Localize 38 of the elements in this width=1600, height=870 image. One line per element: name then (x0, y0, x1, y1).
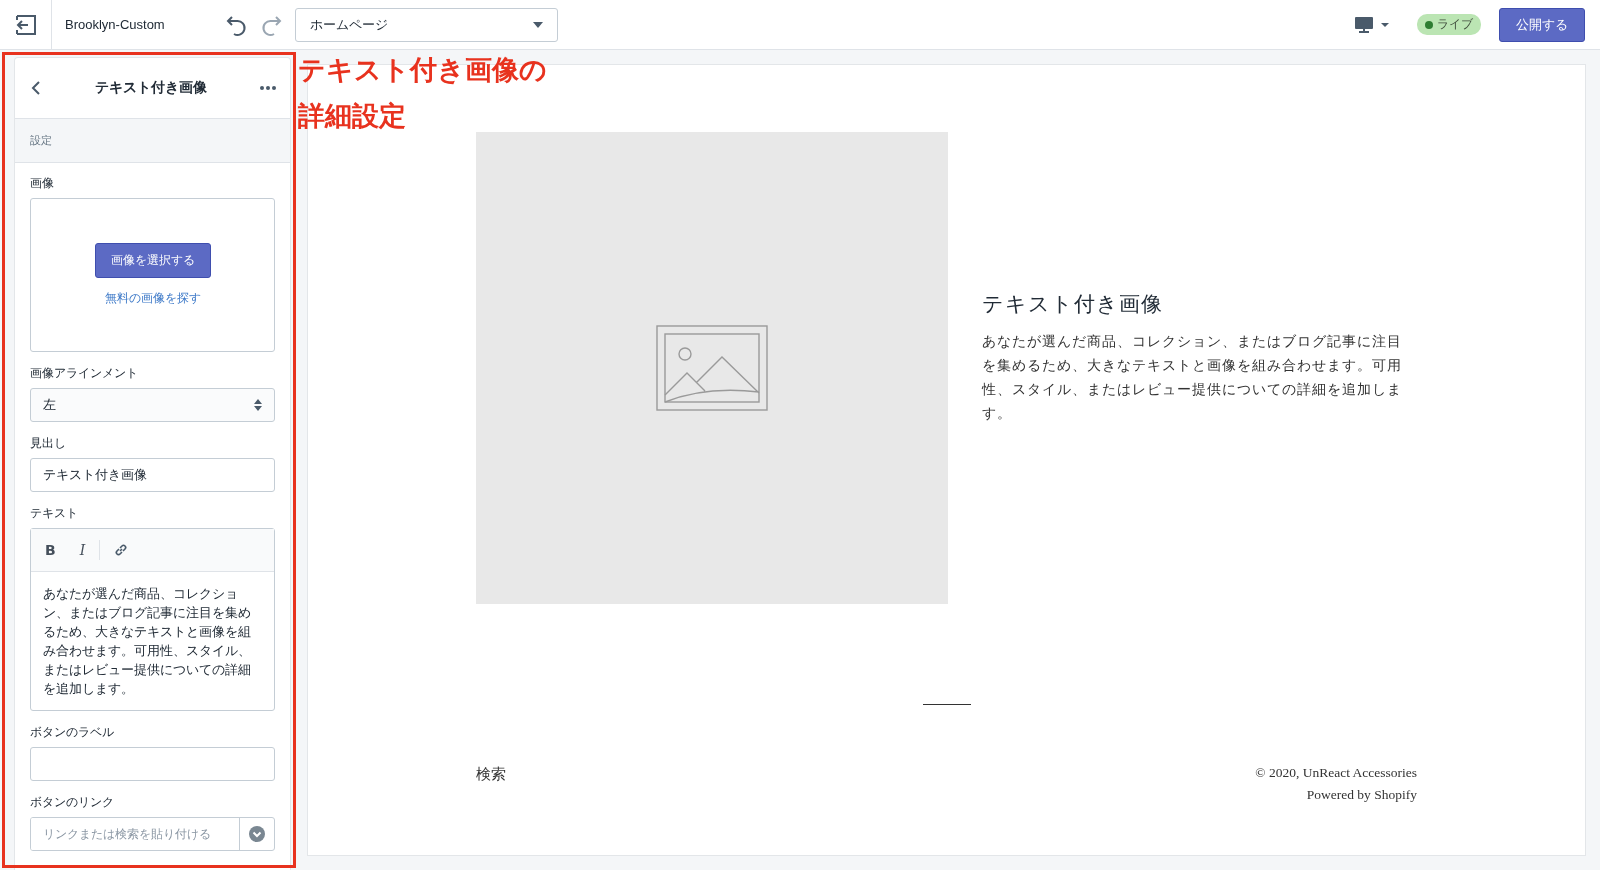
section-heading: テキスト付き画像 (982, 291, 1164, 318)
link-icon[interactable] (114, 543, 129, 557)
more-icon[interactable] (260, 86, 276, 90)
caret-icon (533, 21, 543, 28)
link-field[interactable]: リンクまたは検索を貼り付ける (30, 817, 275, 851)
publish-button[interactable]: 公開する (1499, 7, 1585, 42)
panel-title: テキスト付き画像 (94, 79, 207, 97)
section-heading: 設定 (30, 134, 52, 147)
field-label: テキスト (30, 505, 79, 522)
search-link[interactable]: 検索 (476, 765, 506, 803)
rich-text-editor[interactable]: B I あなたが選んだ商品、コレクション、またはブログ記事に注目を集めるため、大きなテキストと画像を組み合わせます。可用性、スタイル、またはレビュー提供についての詳細を追加します。 (30, 528, 275, 711)
italic-button[interactable]: I (79, 542, 86, 558)
copyright-text: © 2020, UnReact Accessories (1255, 765, 1417, 781)
chevron-icon[interactable] (249, 826, 265, 842)
powered-by-text: Powered by Shopify (1306, 787, 1417, 803)
field-label: 画像 (30, 175, 55, 192)
back-icon[interactable] (31, 81, 41, 95)
status-badge: ライブ (1417, 14, 1481, 35)
text-field[interactable]: テキスト付き画像 (30, 458, 275, 492)
annotation-text: テキスト付き画像の (298, 53, 547, 87)
device-button[interactable] (1355, 15, 1391, 34)
field-label: 見出し (30, 435, 67, 452)
image-icon (656, 325, 768, 411)
annotation-text: 詳細設定 (298, 99, 407, 133)
field-label: ボタンのリンク (30, 794, 115, 811)
sort-icon (254, 399, 262, 411)
field-label: ボタンのラベル (30, 724, 115, 741)
alignment-select[interactable]: 左 (30, 388, 275, 422)
bold-button[interactable]: B (45, 542, 56, 558)
page-select[interactable]: ホームページ (295, 7, 558, 42)
select-image-button[interactable]: 画像を選択する (94, 243, 211, 278)
exit-icon[interactable] (14, 13, 37, 36)
editor-text: あなたが選んだ商品、コレクション、またはブログ記事に注目を集めるため、大きなテキストと画像を組み合わせます。可用性、スタイル、またはレビュー提供についての詳細を追加します。 (42, 585, 252, 698)
theme-name: Brooklyn-Custom (65, 17, 166, 32)
text-field[interactable] (30, 747, 275, 781)
free-images-link[interactable]: 無料の画像を探す (104, 290, 201, 307)
body-text: あなたが選んだ商品、コレクション、またはブログ記事に注目を集めるため、大きなテキストと画像を組み合わせます。可用性、スタイル、またはレビュー提供についての詳細を追加します。 (982, 333, 1403, 423)
field-label: 画像アラインメント (30, 365, 139, 382)
